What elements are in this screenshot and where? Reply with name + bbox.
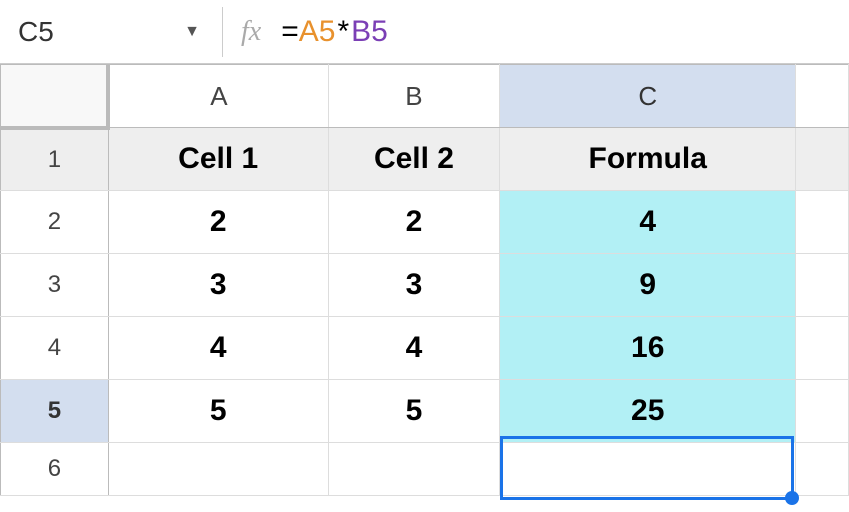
row-header-4[interactable]: 4 [1,317,109,380]
chevron-down-icon[interactable]: ▼ [184,23,200,41]
cell-c1[interactable]: Formula [500,128,796,191]
cell-c6[interactable] [500,443,796,496]
cell-a1[interactable]: Cell 1 [108,128,328,191]
row-header-3[interactable]: 3 [1,254,109,317]
divider [222,7,223,57]
cell-b4[interactable]: 4 [328,317,500,380]
cell-c5[interactable]: 25 [500,380,796,443]
cell-c4[interactable]: 16 [500,317,796,380]
name-box[interactable]: C5 ▼ [18,16,218,48]
cell-b1[interactable]: Cell 2 [328,128,500,191]
col-header-c[interactable]: C [500,65,796,128]
formula-input[interactable]: =A5*B5 [281,15,388,49]
row-header-1[interactable]: 1 [1,128,109,191]
cell-d6[interactable] [796,443,849,496]
formula-eq: = [281,15,299,49]
row-header-2[interactable]: 2 [1,191,109,254]
cell-c2[interactable]: 4 [500,191,796,254]
formula-op: * [335,15,351,49]
col-header-b[interactable]: B [328,65,500,128]
cell-d4[interactable] [796,317,849,380]
cell-a2[interactable]: 2 [108,191,328,254]
fx-icon[interactable]: fx [241,16,261,48]
cell-b5[interactable]: 5 [328,380,500,443]
cell-a3[interactable]: 3 [108,254,328,317]
cell-d1[interactable] [796,128,849,191]
select-all-corner[interactable] [1,65,109,128]
formula-ref-a5: A5 [299,15,336,49]
cell-b3[interactable]: 3 [328,254,500,317]
name-box-value: C5 [18,16,184,48]
cell-a6[interactable] [108,443,328,496]
col-header-a[interactable]: A [108,65,328,128]
row-header-5[interactable]: 5 [1,380,109,443]
cell-a4[interactable]: 4 [108,317,328,380]
cell-b2[interactable]: 2 [328,191,500,254]
cell-a5[interactable]: 5 [108,380,328,443]
spreadsheet-grid: A B C 1 Cell 1 Cell 2 Formula 2 2 2 4 3 … [0,64,849,496]
row-header-6[interactable]: 6 [1,443,109,496]
cell-d3[interactable] [796,254,849,317]
col-header-d[interactable] [796,65,849,128]
formula-ref-b5: B5 [351,15,388,49]
cell-d5[interactable] [796,380,849,443]
cell-c3[interactable]: 9 [500,254,796,317]
formula-bar: C5 ▼ fx =A5*B5 [0,0,849,64]
cell-b6[interactable] [328,443,500,496]
cell-d2[interactable] [796,191,849,254]
